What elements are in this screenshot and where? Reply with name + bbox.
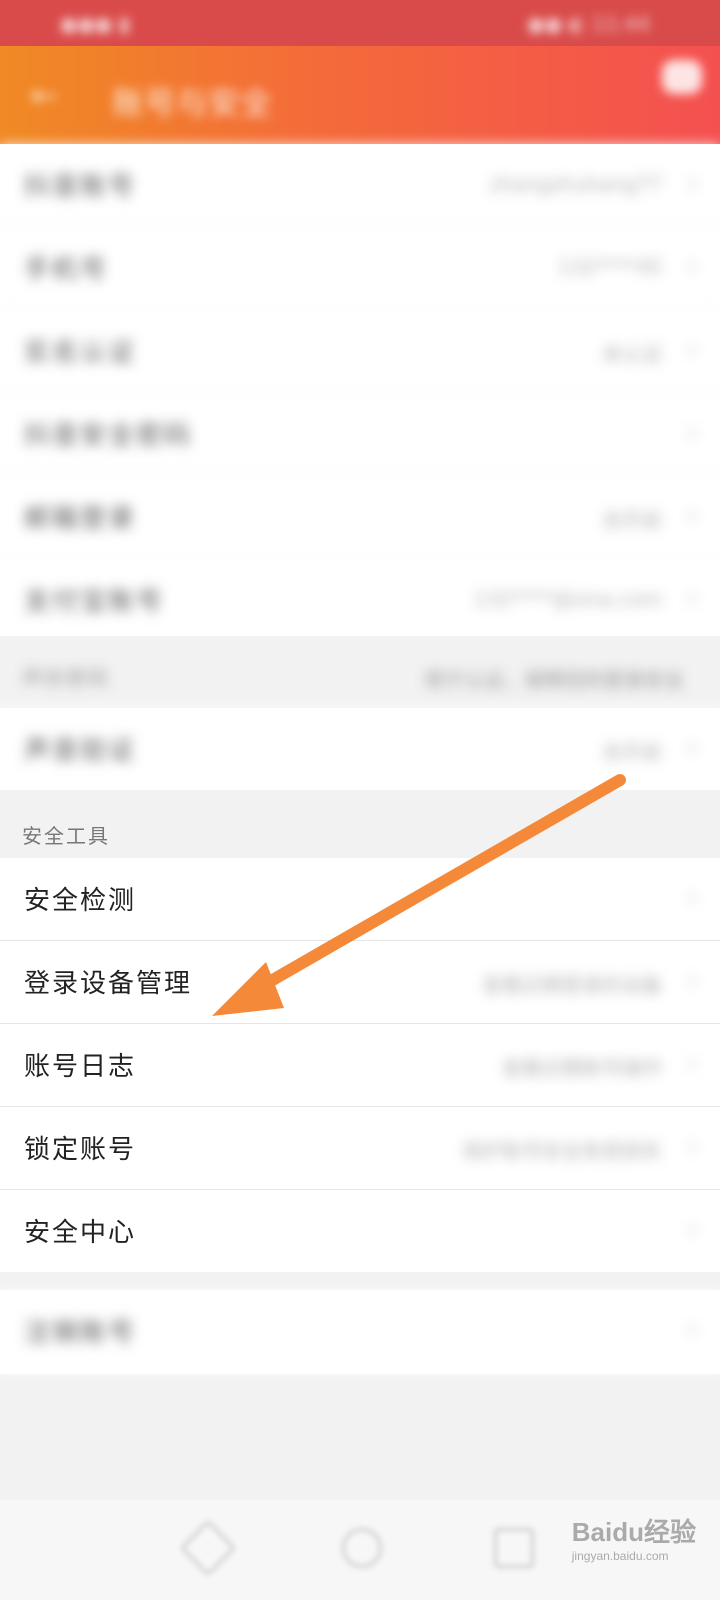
nav-recent-icon[interactable] [494,1528,534,1568]
arrow-shaft [244,774,626,999]
watermark-brand: Baidu经验 [571,1517,696,1547]
watermark-url: jingyan.baidu.com [571,1549,669,1563]
arrow-head [212,962,284,1016]
baidu-jingyan-watermark: Baidu经验 jingyan.baidu.com [572,1512,696,1563]
nav-back-icon[interactable] [179,1519,237,1577]
nav-home-icon[interactable] [342,1528,382,1568]
annotation-arrow [212,774,626,1016]
